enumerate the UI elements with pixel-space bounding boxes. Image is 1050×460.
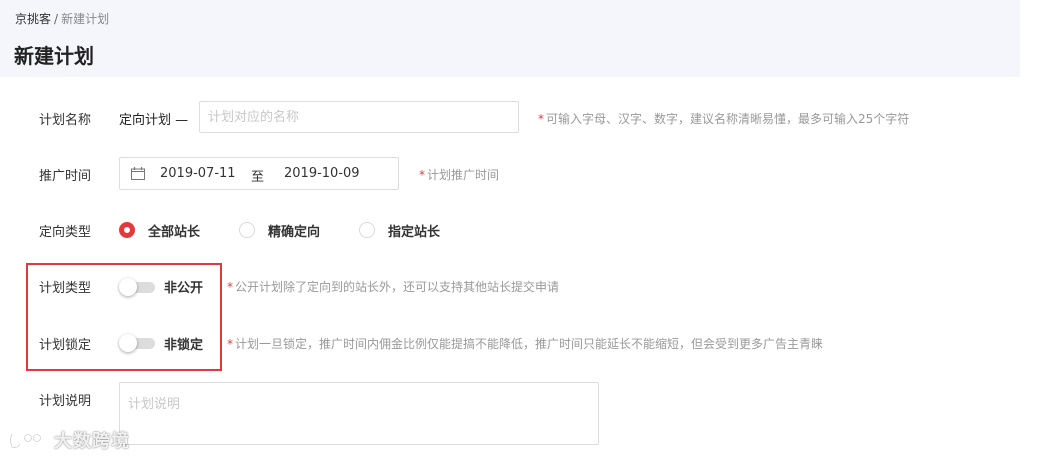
promo-time-hint: * 计划推广时间 (419, 166, 499, 183)
watermark-text: 大数跨境 (54, 431, 130, 452)
required-mark: * (538, 112, 544, 126)
watermark-logo-icon (9, 433, 42, 449)
radio-circle[interactable] (239, 222, 255, 238)
required-mark: * (227, 280, 233, 294)
date-start[interactable]: 2019-07-11 (160, 166, 236, 181)
plan-lock-switch-label: 非锁定 (164, 338, 204, 353)
plan-type-hint-text: 公开计划除了定向到的站长外，还可以支持其他站长提交申请 (235, 280, 560, 294)
plan-type-switch-label: 非公开 (164, 281, 204, 296)
watermark: 大数跨境 (8, 427, 130, 453)
plan-lock-label: 计划锁定 (39, 338, 92, 353)
plan-type-switch[interactable] (119, 278, 157, 296)
breadcrumb-current: 新建计划 (61, 12, 110, 26)
plan-type-label: 计划类型 (39, 281, 92, 296)
plan-name-prefix: 定向计划 — (119, 113, 189, 128)
switch-knob[interactable] (119, 334, 137, 352)
required-mark: * (227, 337, 233, 351)
plan-desc-textarea[interactable] (119, 382, 599, 445)
date-end[interactable]: 2019-10-09 (284, 166, 360, 181)
radio-all-webmasters[interactable]: 全部站长 (119, 221, 201, 240)
plan-name-input[interactable] (199, 101, 519, 133)
switch-knob[interactable] (119, 278, 137, 296)
plan-name-hint: * 可输入字母、汉字、数字，建议名称清晰易懂，最多可输入25个字符 (538, 110, 909, 127)
plan-form: 计划名称 定向计划 — *可输入字母、汉字、数字，建议名称清晰易懂，最多可输入2… (15, 77, 1020, 460)
page-title: 新建计划 (14, 44, 94, 68)
radio-precise-targeting[interactable]: 精确定向 (239, 221, 321, 240)
required-mark: * (419, 168, 425, 182)
plan-lock-switch[interactable] (119, 334, 157, 352)
radio-specified-webmasters[interactable]: 指定站长 (359, 221, 441, 240)
plan-name-label: 计划名称 (39, 113, 92, 128)
calendar-icon (131, 167, 145, 180)
radio-circle-checked[interactable] (119, 222, 135, 238)
radio-label: 精确定向 (268, 224, 321, 240)
radio-circle[interactable] (359, 222, 375, 238)
page-header: 京挑客 / 新建计划 新建计划 (0, 0, 1020, 77)
breadcrumb: 京挑客 / 新建计划 (15, 10, 109, 27)
breadcrumb-root[interactable]: 京挑客 (15, 12, 51, 26)
date-range-picker[interactable]: 2019-07-11 至 2019-10-09 (119, 157, 399, 190)
plan-desc-label: 计划说明 (39, 394, 92, 409)
plan-lock-hint-text: 计划一旦锁定，推广时间内佣金比例仅能提搞不能降低，推广时间只能延长不能缩短，但会… (235, 337, 824, 351)
date-range-separator: 至 (251, 170, 265, 185)
radio-label: 指定站长 (388, 224, 441, 240)
plan-type-hint: * 公开计划除了定向到的站长外，还可以支持其他站长提交申请 (227, 278, 559, 295)
plan-name-hint-text: 可输入字母、汉字、数字，建议名称清晰易懂，最多可输入25个字符 (546, 112, 910, 126)
breadcrumb-separator: / (54, 12, 59, 26)
target-type-label: 定向类型 (39, 225, 92, 240)
promo-time-hint-text: 计划推广时间 (427, 168, 500, 182)
promo-time-label: 推广时间 (39, 169, 92, 184)
plan-lock-hint: * 计划一旦锁定，推广时间内佣金比例仅能提搞不能降低，推广时间只能延长不能缩短，但… (227, 335, 823, 352)
radio-label: 全部站长 (148, 224, 201, 240)
